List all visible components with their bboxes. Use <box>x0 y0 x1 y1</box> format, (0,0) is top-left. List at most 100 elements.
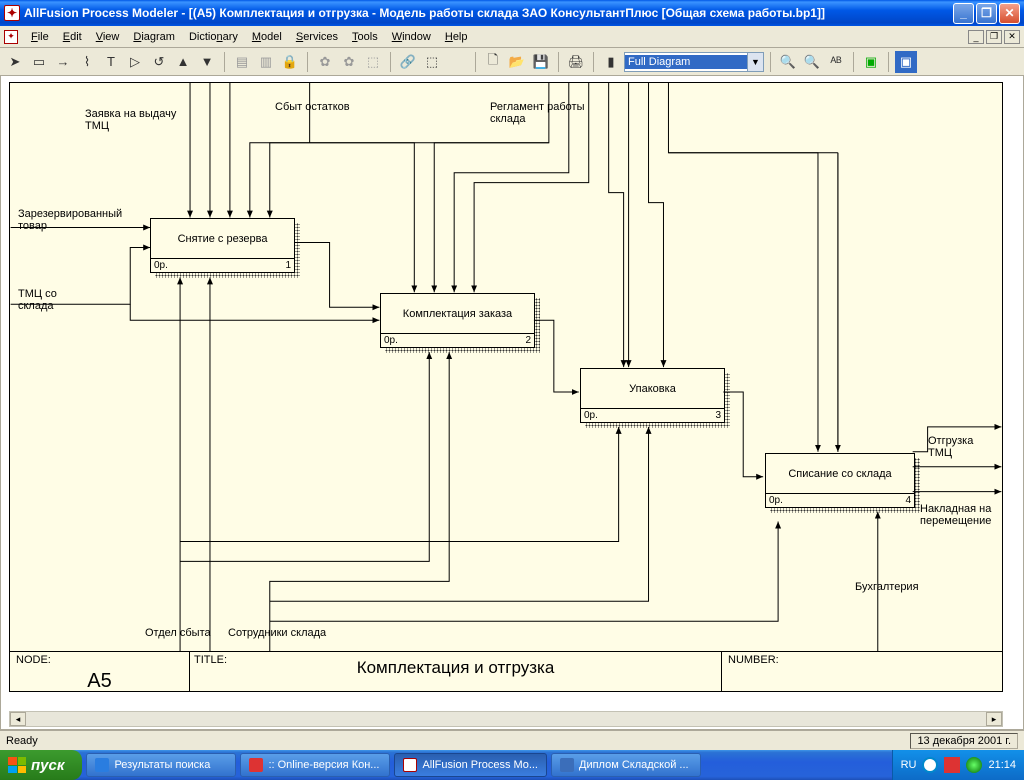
zoom-in-icon[interactable]: 🔍 <box>777 51 799 73</box>
arrow-tool-icon[interactable]: → <box>52 51 74 73</box>
number-label: NUMBER: <box>728 654 779 666</box>
title-value: Комплектация и отгрузка <box>357 658 555 677</box>
tray-icon[interactable] <box>922 757 938 773</box>
label-right2: Накладная на перемещение <box>920 503 1005 527</box>
node-label: NODE: <box>16 654 51 666</box>
tb-icon[interactable]: ▥ <box>255 51 277 73</box>
menu-bar: ✦ File Edit View Diagram Dictionary Mode… <box>0 26 1024 48</box>
app-icon: ✦ <box>4 5 20 21</box>
window-title: AllFusion Process Modeler - [(А5) Компле… <box>24 6 953 20</box>
arrows-layer <box>10 83 1002 691</box>
scroll-right-icon[interactable]: ▸ <box>986 712 1002 726</box>
node-value: А5 <box>16 670 183 693</box>
save-icon[interactable]: 💾 <box>530 51 552 73</box>
workspace-icon[interactable]: ▣ <box>895 51 917 73</box>
taskbar-item-2[interactable]: :: Online-версия Кон... <box>240 753 390 777</box>
label-left2: ТМЦ со склада <box>18 288 88 312</box>
tb-icon[interactable]: ✿ <box>314 51 336 73</box>
activity-box-1[interactable]: Снятие с резерва 0р.1 <box>150 218 295 273</box>
menu-view[interactable]: View <box>89 29 127 45</box>
status-bar: Ready 13 декабря 2001 г. <box>0 730 1024 750</box>
menu-help[interactable]: Help <box>438 29 475 45</box>
diagram-footer: NODE: А5 TITLE: Комплектация и отгрузка … <box>10 651 1002 691</box>
window-titlebar: ✦ AllFusion Process Modeler - [(А5) Комп… <box>0 0 1024 26</box>
tray-icon[interactable] <box>944 757 960 773</box>
tray-icon[interactable] <box>966 757 982 773</box>
windows-icon <box>8 757 26 773</box>
label-top1: Заявка на выдачу ТМЦ <box>85 108 195 132</box>
clock[interactable]: 21:14 <box>988 759 1016 771</box>
maximize-button[interactable]: ❐ <box>976 3 997 24</box>
zoom-combo[interactable]: Full Diagram ▼ <box>624 52 764 72</box>
box-tool-icon[interactable]: ▭ <box>28 51 50 73</box>
tb-icon[interactable]: ⬚ <box>362 51 384 73</box>
system-tray: RU 21:14 <box>892 750 1024 780</box>
activity-box-2[interactable]: Комплектация заказа 0р.2 <box>380 293 535 348</box>
work-area: Заявка на выдачу ТМЦ Сбыт остатков Регла… <box>0 76 1024 730</box>
box2-title: Комплектация заказа <box>381 294 534 333</box>
start-button[interactable]: пуск <box>0 750 82 780</box>
dropdown-icon[interactable]: ▼ <box>747 53 763 71</box>
label-bottom2: Сотрудники склада <box>228 627 326 639</box>
opera-icon <box>249 758 263 772</box>
diagram-canvas[interactable]: Заявка на выдачу ТМЦ Сбыт остатков Регла… <box>9 82 1003 692</box>
label-bottom3: Бухгалтерия <box>855 581 919 593</box>
taskbar: пуск Результаты поиска :: Online-версия … <box>0 750 1024 780</box>
tb-icon[interactable]: 🔗 <box>397 51 419 73</box>
tunnel-tool-icon[interactable]: ▷ <box>124 51 146 73</box>
app-icon <box>403 758 417 772</box>
tb-icon[interactable]: ▤ <box>231 51 253 73</box>
word-icon <box>560 758 574 772</box>
label-right1: Отгрузка ТМЦ <box>928 435 998 459</box>
activity-box-3[interactable]: Упаковка 0р.3 <box>580 368 725 423</box>
squiggle-tool-icon[interactable]: ⌇ <box>76 51 98 73</box>
mdi-minimize-button[interactable]: _ <box>968 30 984 44</box>
box1-title: Снятие с резерва <box>151 219 294 258</box>
menu-services[interactable]: Services <box>289 29 345 45</box>
zoom-value: Full Diagram <box>625 55 747 69</box>
zoom-out-icon[interactable]: 🔍 <box>801 51 823 73</box>
menu-diagram[interactable]: Diagram <box>126 29 182 45</box>
menu-model[interactable]: Model <box>245 29 289 45</box>
down-icon[interactable]: ▼ <box>196 51 218 73</box>
new-icon[interactable]: 🗋 <box>482 51 504 73</box>
toolbar: ➤ ▭ → ⌇ T ▷ ↺ ▲ ▼ ▤ ▥ 🔒 ✿ ✿ ⬚ 🔗 ⬚ 🗋 📂 💾 … <box>0 48 1024 76</box>
tb-icon[interactable]: 🔒 <box>279 51 301 73</box>
menu-edit[interactable]: Edit <box>56 29 89 45</box>
taskbar-item-4[interactable]: Диплом Складской ... <box>551 753 701 777</box>
title-label: TITLE: <box>194 654 227 666</box>
model-explorer-icon[interactable]: ▣ <box>860 51 882 73</box>
activity-box-4[interactable]: Списание со склада 0р.4 <box>765 453 915 508</box>
text-tool-icon[interactable]: T <box>100 51 122 73</box>
minimize-button[interactable]: _ <box>953 3 974 24</box>
menu-dictionary[interactable]: Dictionary <box>182 29 245 45</box>
tb-icon[interactable]: ⬚ <box>421 51 443 73</box>
spellcheck-icon[interactable]: ᴬᴮ <box>825 51 847 73</box>
mdi-restore-button[interactable]: ❐ <box>986 30 1002 44</box>
menu-window[interactable]: Window <box>385 29 438 45</box>
mdi-close-button[interactable]: ✕ <box>1004 30 1020 44</box>
taskbar-item-1[interactable]: Результаты поиска <box>86 753 236 777</box>
menu-tools[interactable]: Tools <box>345 29 385 45</box>
up-icon[interactable]: ▲ <box>172 51 194 73</box>
box3-title: Упаковка <box>581 369 724 408</box>
taskbar-item-3[interactable]: AllFusion Process Mo... <box>394 753 547 777</box>
lang-indicator[interactable]: RU <box>901 759 917 771</box>
print-icon[interactable]: 🖨 <box>565 51 587 73</box>
scroll-left-icon[interactable]: ◂ <box>10 712 26 726</box>
status-ready: Ready <box>6 735 38 747</box>
tb-icon[interactable]: ✿ <box>338 51 360 73</box>
close-button[interactable]: ✕ <box>999 3 1020 24</box>
folder-icon <box>95 758 109 772</box>
status-date: 13 декабря 2001 г. <box>910 733 1018 749</box>
box4-title: Списание со склада <box>766 454 914 493</box>
label-bottom1: Отдел сбыта <box>145 627 211 639</box>
undo-icon[interactable]: ↺ <box>148 51 170 73</box>
label-top3: Регламент работы склада <box>490 101 610 125</box>
menu-file[interactable]: File <box>24 29 56 45</box>
report-icon[interactable]: ▮ <box>600 51 622 73</box>
horizontal-scrollbar[interactable]: ◂ ▸ <box>9 711 1003 727</box>
pointer-tool-icon[interactable]: ➤ <box>4 51 26 73</box>
mdi-icon[interactable]: ✦ <box>4 30 18 44</box>
open-icon[interactable]: 📂 <box>506 51 528 73</box>
